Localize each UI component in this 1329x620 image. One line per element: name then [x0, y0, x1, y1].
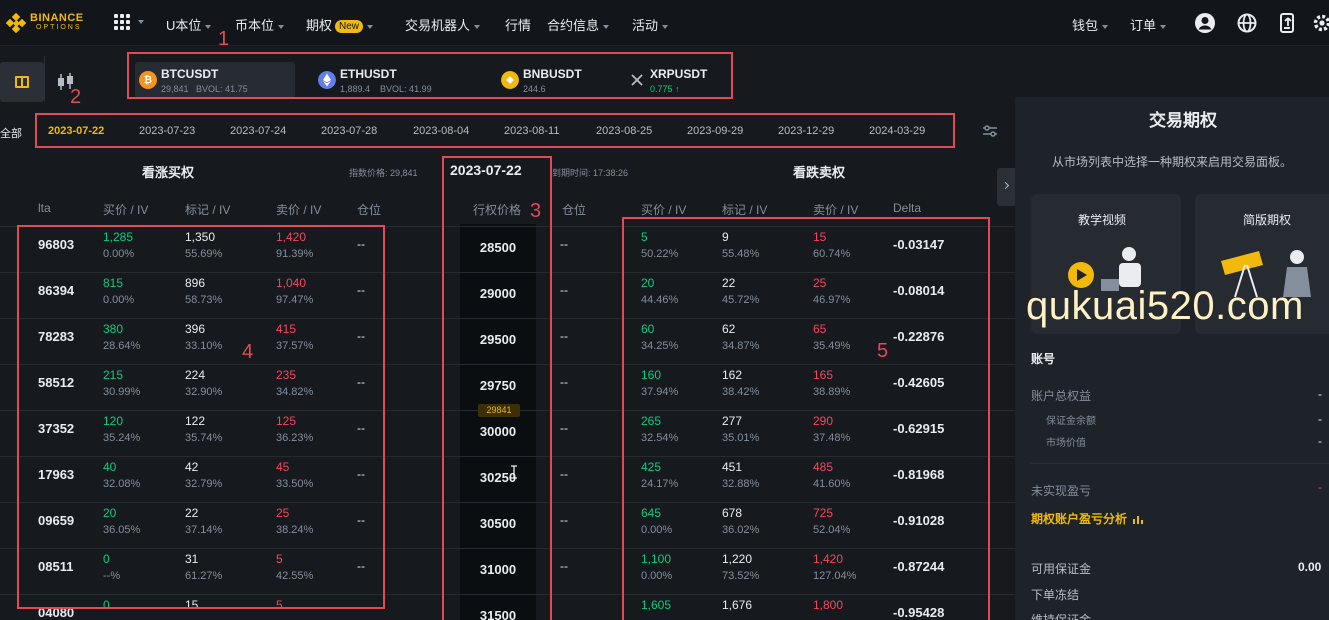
chevron-down-icon [603, 24, 610, 29]
nav-coinm[interactable]: 币本位 [235, 15, 285, 34]
collapse-panel-button[interactable] [997, 168, 1015, 206]
panel-title: 交易期权 [1149, 111, 1217, 130]
binance-logo-icon [5, 12, 27, 34]
col-mark-iv: 标记 / IV [185, 203, 231, 217]
divider [1031, 463, 1329, 464]
annotation-box-symbols [127, 52, 733, 99]
download-app-icon[interactable] [1276, 12, 1298, 34]
bar-chart-icon [1133, 516, 1144, 524]
col-ask-iv: 卖价 / IV [276, 203, 322, 217]
wallet-menu[interactable]: 钱包 [1072, 15, 1109, 34]
annotation-label: 5 [877, 340, 889, 362]
chevron-right-icon [1001, 181, 1010, 190]
divider [44, 56, 45, 102]
col-ask-iv: 卖价 / IV [813, 203, 859, 217]
trading-panel [1015, 97, 1329, 620]
chevron-down-icon [1102, 24, 1109, 29]
globe-icon[interactable] [1236, 12, 1258, 34]
user-account-icon[interactable] [1194, 12, 1216, 34]
chevron-down-icon [205, 24, 212, 29]
nav-markets[interactable]: 行情 [505, 15, 531, 34]
available-margin-value: 0.00 [1298, 560, 1322, 574]
index-price: 指数价格: 29,841 [349, 168, 418, 178]
maintenance-margin-label: 维持保证金 [1031, 613, 1092, 620]
nav-activities[interactable]: 活动 [632, 15, 669, 34]
watermark: qukuai520.com [1026, 284, 1304, 328]
unrealized-pnl-value: - [1318, 480, 1322, 494]
calls-title: 看涨买权 [142, 165, 195, 180]
board-layout-button[interactable] [0, 62, 44, 102]
chevron-down-icon [367, 24, 374, 29]
options-trading-page: BINANCE OPTIONS U本位 币本位 期权 New 交易机器人 行情 合… [0, 0, 1329, 620]
put-position: -- [560, 467, 568, 481]
put-position: -- [560, 329, 568, 343]
unrealized-pnl-label: 未实现盈亏 [1031, 484, 1092, 498]
margin-balance-label: 保证金余额 [1046, 416, 1096, 427]
col-bid-iv: 买价 / IV [641, 203, 687, 217]
brand-name: BINANCE [30, 12, 84, 24]
order-frozen-label: 下单冻结 [1031, 588, 1080, 602]
settings-gear-icon[interactable] [1311, 12, 1329, 34]
chevron-down-icon [1160, 24, 1167, 29]
total-equity-value: - [1318, 387, 1322, 401]
annotation-label: 2 [70, 86, 82, 108]
col-delta: lta [38, 201, 51, 215]
puts-title: 看跌卖权 [793, 165, 846, 180]
brand-sub: OPTIONS [36, 24, 82, 31]
date-all[interactable]: 全部 [0, 125, 22, 141]
new-badge: New [335, 20, 364, 33]
annotation-box-strikes [442, 156, 552, 620]
nav-contract-info[interactable]: 合约信息 [547, 15, 610, 34]
top-nav: BINANCE OPTIONS U本位 币本位 期权 New 交易机器人 行情 合… [0, 0, 1329, 46]
annotation-label: 3 [530, 200, 542, 222]
put-position: -- [560, 375, 568, 389]
nav-trading-bots[interactable]: 交易机器人 [405, 15, 481, 34]
chevron-down-icon [662, 24, 669, 29]
account-heading: 账号 [1031, 352, 1056, 366]
annotation-label: 4 [242, 341, 254, 363]
chevron-down-icon [474, 24, 481, 29]
pnl-analysis-link[interactable]: 期权账户盈亏分析 [1031, 510, 1144, 527]
col-mark-iv: 标记 / IV [722, 203, 768, 217]
card-title: 简版期权 [1243, 213, 1292, 227]
put-position: -- [560, 237, 568, 251]
annotation-box-puts [622, 217, 990, 620]
nav-options[interactable]: 期权 New [306, 15, 374, 34]
col-delta: Delta [893, 201, 922, 215]
board-layout-icon [15, 76, 29, 88]
chevron-down-icon [278, 24, 285, 29]
orders-menu[interactable]: 订单 [1130, 15, 1167, 34]
col-position: 仓位 [357, 203, 382, 217]
margin-balance-value: - [1318, 412, 1322, 426]
filter-sliders-icon[interactable] [981, 123, 999, 139]
total-equity-label: 账户总权益 [1031, 389, 1092, 403]
chevron-down-icon [138, 20, 144, 24]
expiry-time: 到期时间: 17:38:26 [552, 168, 629, 178]
market-value-label: 市场价值 [1046, 438, 1086, 449]
put-position: -- [560, 421, 568, 435]
annotation-box-dates [35, 113, 955, 148]
card-title: 教学视频 [1078, 213, 1127, 227]
col-bid-iv: 买价 / IV [103, 203, 149, 217]
panel-subtitle: 从市场列表中选择一种期权来启用交易面板。 [1052, 155, 1293, 169]
put-position: -- [560, 513, 568, 527]
apps-grid-icon[interactable] [114, 14, 130, 30]
put-position: -- [560, 283, 568, 297]
market-value-value: - [1318, 434, 1322, 448]
binance-options-logo[interactable]: BINANCE OPTIONS [5, 10, 84, 36]
put-position: -- [560, 559, 568, 573]
col-position: 仓位 [562, 203, 587, 217]
available-margin-label: 可用保证金 [1031, 562, 1092, 576]
annotation-label: 1 [218, 28, 230, 50]
nav-usdm[interactable]: U本位 [166, 15, 212, 34]
annotation-box-calls [17, 225, 385, 609]
